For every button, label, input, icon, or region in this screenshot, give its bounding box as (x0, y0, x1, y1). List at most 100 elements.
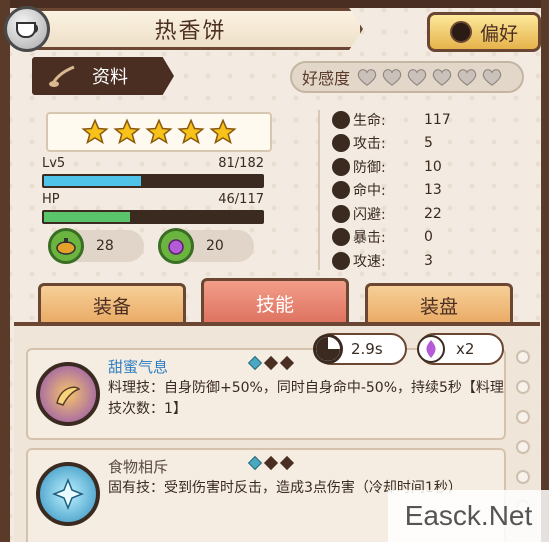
star-icon (81, 118, 109, 145)
tab-skills-label: 技能 (255, 294, 294, 316)
stat-row: 暴击: 0 (332, 226, 522, 250)
close-button[interactable] (4, 6, 50, 52)
crit-icon (332, 228, 350, 247)
level-label: Lv5 (42, 156, 66, 171)
stat-row: 命中: 13 (332, 179, 522, 203)
star-icon (177, 118, 205, 145)
stats-divider (318, 110, 320, 270)
crosshair-icon (332, 181, 350, 200)
level-bar-fill (44, 176, 141, 186)
scroll-dot (516, 380, 530, 394)
purple-drop-value: 20 (206, 238, 224, 254)
heart-icon (482, 69, 502, 86)
star-icon (145, 118, 173, 145)
stat-value: 117 (424, 111, 451, 128)
skill-1-name: 甜蜜气息 (108, 358, 169, 376)
heart-icon (432, 69, 452, 86)
tab-equipment-label: 装备 (92, 296, 131, 318)
lightning-icon (332, 251, 350, 270)
stat-value: 3 (424, 252, 433, 269)
star-icon (113, 118, 141, 145)
game-screen: 热香饼 偏好 资料 好感度 Lv5 81/182 HP 46/117 28 20… (0, 0, 549, 542)
hp-bar-fill (44, 212, 130, 222)
purple-drop-icon (417, 335, 445, 363)
hp-label: HP (42, 192, 60, 207)
stat-value: 0 (424, 229, 433, 246)
skill-1-description: 料理技：自身防御+50%，同时自身命中-50%，持续5秒【料理技次数：1】 (108, 380, 504, 417)
tab-plating[interactable]: 装盘 (365, 283, 513, 325)
gem-brown-icon (279, 455, 295, 471)
ladle-icon (49, 65, 75, 87)
rarity-stars (46, 112, 272, 152)
stat-row: 闪避: 22 (332, 202, 522, 226)
cooking-pot-value: 28 (96, 238, 114, 254)
resource-cooking-pot: 28 (48, 228, 144, 264)
stat-value: 10 (424, 158, 442, 175)
multiplier-value: x2 (456, 340, 475, 358)
preference-icon (449, 21, 472, 43)
level-value: 81/182 (218, 156, 264, 171)
tab-plating-label: 装盘 (419, 296, 458, 318)
stat-row: 生命: 117 (332, 108, 522, 132)
heart-icon (407, 69, 427, 86)
scroll-dot (516, 470, 530, 484)
hp-bar (42, 210, 264, 224)
tab-skills[interactable]: 技能 (201, 278, 349, 326)
info-tab-label: 资料 (92, 67, 128, 88)
frame-top (0, 0, 549, 8)
stat-value: 22 (424, 205, 442, 222)
stat-label: 暴击: (353, 230, 386, 247)
multiplier-badge: x2 (417, 333, 504, 365)
dodge-icon (332, 204, 350, 223)
heart-icon (382, 69, 402, 86)
gem-brown-icon (279, 355, 295, 371)
title-text: 热香饼 (154, 19, 227, 44)
gem-blue-icon (247, 355, 263, 371)
stat-value: 5 (424, 135, 433, 152)
heart-icon (332, 110, 350, 129)
honey-skill-icon (36, 362, 100, 426)
stat-label: 生命: (353, 112, 386, 129)
skill-2-gems (247, 455, 295, 471)
skill-1-gems (247, 355, 295, 371)
frame-right (541, 0, 549, 542)
scroll-dot (516, 440, 530, 454)
resource-purple-drop: 20 (158, 228, 254, 264)
cooking-pot-icon (48, 228, 84, 264)
hp-value: 46/117 (218, 192, 264, 207)
favor-label: 好感度 (302, 69, 351, 88)
hp-bar-row: HP 46/117 (42, 192, 264, 226)
stat-label: 攻速: (353, 253, 386, 270)
preference-label: 偏好 (479, 22, 518, 45)
gem-brown-icon (263, 455, 279, 471)
page-title: 热香饼 (18, 8, 363, 50)
info-tab[interactable]: 资料 (32, 57, 174, 95)
watermark: Easck.Net (388, 490, 549, 542)
star-icon (209, 118, 237, 145)
skill-2-name: 食物相斥 (108, 458, 169, 476)
stat-row: 攻速: 3 (332, 249, 522, 273)
stats-list: 生命: 117 攻击: 5 防御: 10 命中: 13 闪避: 22 暴击: 0 攻速: 3 (332, 108, 522, 273)
tab-equipment[interactable]: 装备 (38, 283, 186, 325)
shield-icon (332, 157, 350, 176)
heart-icon (357, 69, 377, 86)
stat-row: 攻击: 5 (332, 132, 522, 156)
level-bar-row: Lv5 81/182 (42, 156, 264, 190)
purple-drop-icon (158, 228, 194, 264)
gem-brown-icon (263, 355, 279, 371)
stat-label: 命中: (353, 183, 386, 200)
preference-button[interactable]: 偏好 (427, 12, 541, 52)
stat-row: 防御: 10 (332, 155, 522, 179)
stat-value: 13 (424, 182, 442, 199)
timer-icon (313, 334, 343, 364)
cup-icon (16, 22, 39, 38)
crystal-skill-icon (36, 462, 100, 526)
favor-hearts (356, 67, 503, 87)
favor-meter: 好感度 (290, 61, 524, 93)
scroll-dot (516, 410, 530, 424)
cooldown-value: 2.9s (351, 340, 383, 358)
frame-left (0, 0, 10, 542)
scroll-dot (516, 350, 530, 364)
stat-label: 防御: (353, 159, 386, 176)
gem-blue-icon (247, 455, 263, 471)
